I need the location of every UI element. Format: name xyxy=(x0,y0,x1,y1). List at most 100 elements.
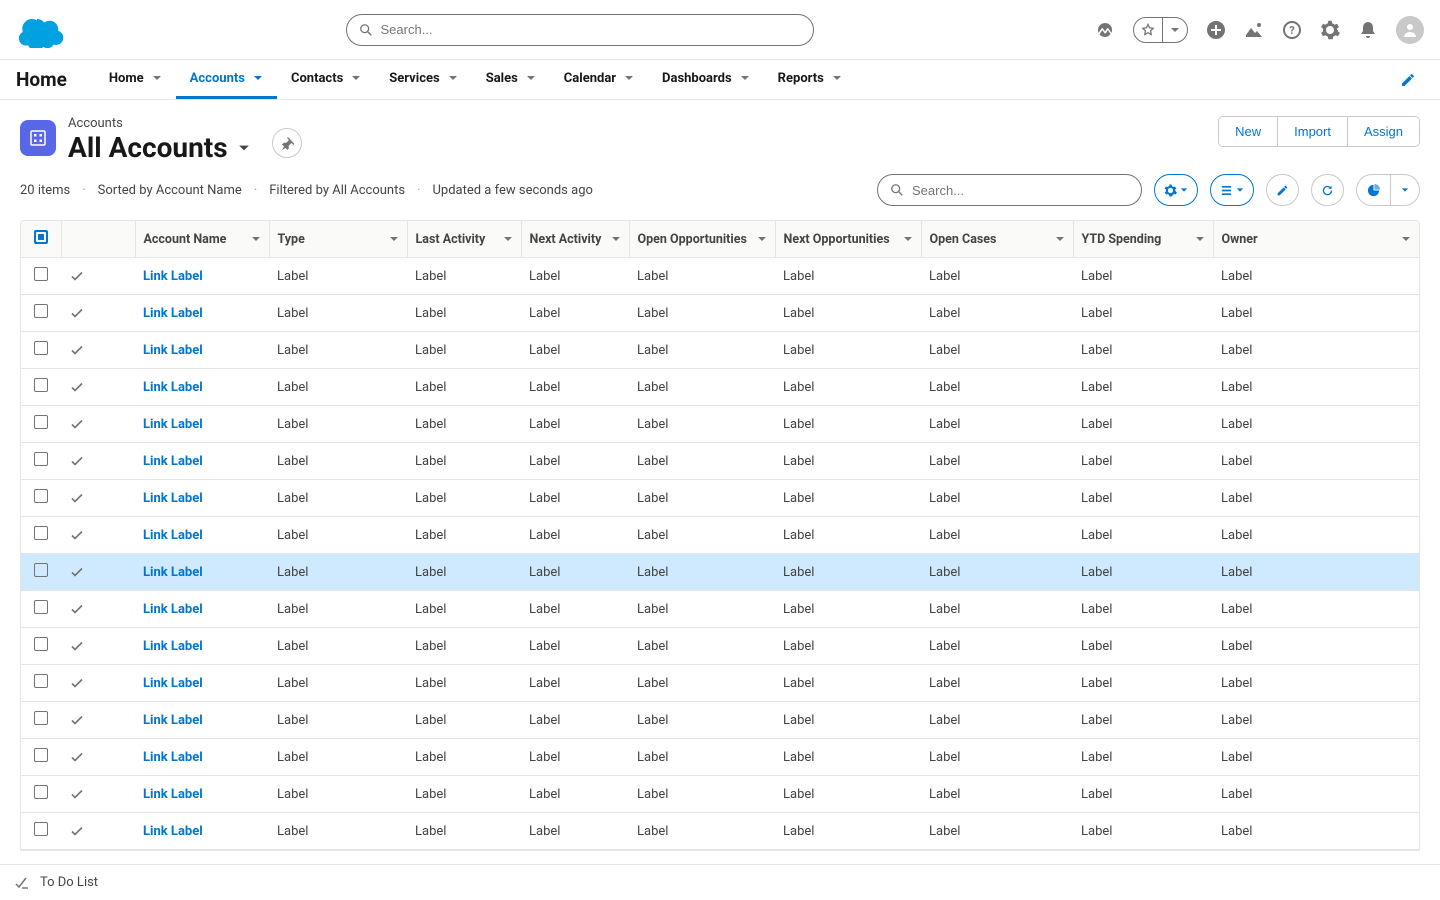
column-header[interactable]: Last Activity xyxy=(407,221,521,258)
chart-button[interactable] xyxy=(1357,175,1390,205)
account-name-link[interactable]: Link Label xyxy=(143,602,203,617)
column-header[interactable]: YTD Spending xyxy=(1073,221,1213,258)
account-name-link[interactable]: Link Label xyxy=(143,343,203,358)
image-icon[interactable] xyxy=(1244,20,1264,40)
nav-tab-contacts[interactable]: Contacts xyxy=(277,60,375,99)
chevron-down-icon[interactable] xyxy=(253,73,263,83)
account-name-link[interactable]: Link Label xyxy=(143,750,203,765)
row-checkbox[interactable] xyxy=(34,489,48,503)
account-name-link[interactable]: Link Label xyxy=(143,676,203,691)
account-name-link[interactable]: Link Label xyxy=(143,269,203,284)
row-checkbox[interactable] xyxy=(34,526,48,540)
column-header[interactable]: Next Opportunities xyxy=(775,221,921,258)
account-name-link[interactable]: Link Label xyxy=(143,454,203,469)
page-title[interactable]: All Accounts xyxy=(68,131,228,164)
edit-list-button[interactable] xyxy=(1266,174,1299,206)
table-row[interactable]: Link LabelLabelLabelLabelLabelLabelLabel… xyxy=(21,295,1419,332)
help-icon[interactable]: ? xyxy=(1282,20,1302,40)
nav-tab-services[interactable]: Services xyxy=(375,60,471,99)
nav-tab-dashboards[interactable]: Dashboards xyxy=(648,60,764,99)
import-button[interactable]: Import xyxy=(1277,117,1347,146)
account-name-link[interactable]: Link Label xyxy=(143,639,203,654)
table-row[interactable]: Link LabelLabelLabelLabelLabelLabelLabel… xyxy=(21,702,1419,739)
table-row[interactable]: Link LabelLabelLabelLabelLabelLabelLabel… xyxy=(21,628,1419,665)
settings-gear-icon[interactable] xyxy=(1320,20,1340,40)
account-name-link[interactable]: Link Label xyxy=(143,787,203,802)
table-row[interactable]: Link LabelLabelLabelLabelLabelLabelLabel… xyxy=(21,406,1419,443)
row-checkbox[interactable] xyxy=(34,711,48,725)
refresh-button[interactable] xyxy=(1311,174,1344,206)
chevron-down-icon[interactable] xyxy=(1401,234,1411,244)
account-name-link[interactable]: Link Label xyxy=(143,306,203,321)
table-row[interactable]: Link LabelLabelLabelLabelLabelLabelLabel… xyxy=(21,258,1419,295)
chevron-down-icon[interactable] xyxy=(832,73,842,83)
favorite-dropdown[interactable] xyxy=(1162,18,1187,42)
table-row[interactable]: Link LabelLabelLabelLabelLabelLabelLabel… xyxy=(21,332,1419,369)
todo-list-label[interactable]: To Do List xyxy=(40,875,98,890)
add-icon[interactable] xyxy=(1206,20,1226,40)
table-row[interactable]: Link LabelLabelLabelLabelLabelLabelLabel… xyxy=(21,554,1419,591)
row-checkbox[interactable] xyxy=(34,822,48,836)
account-name-link[interactable]: Link Label xyxy=(143,565,203,580)
account-name-link[interactable]: Link Label xyxy=(143,528,203,543)
list-search-input[interactable] xyxy=(912,183,1129,198)
account-name-link[interactable]: Link Label xyxy=(143,713,203,728)
row-checkbox[interactable] xyxy=(34,378,48,392)
nav-tab-calendar[interactable]: Calendar xyxy=(550,60,648,99)
row-checkbox[interactable] xyxy=(34,600,48,614)
column-header[interactable]: Open Opportunities xyxy=(629,221,775,258)
column-header[interactable]: Account Name xyxy=(135,221,269,258)
row-checkbox[interactable] xyxy=(34,637,48,651)
row-checkbox[interactable] xyxy=(34,674,48,688)
notifications-bell-icon[interactable] xyxy=(1358,20,1378,40)
table-row[interactable]: Link LabelLabelLabelLabelLabelLabelLabel… xyxy=(21,369,1419,406)
table-row[interactable]: Link LabelLabelLabelLabelLabelLabelLabel… xyxy=(21,739,1419,776)
display-as-button[interactable] xyxy=(1210,174,1254,206)
chevron-down-icon[interactable] xyxy=(526,73,536,83)
trailhead-icon[interactable] xyxy=(1095,20,1115,40)
row-checkbox[interactable] xyxy=(34,267,48,281)
nav-tab-sales[interactable]: Sales xyxy=(472,60,550,99)
nav-tab-reports[interactable]: Reports xyxy=(764,60,856,99)
account-name-link[interactable]: Link Label xyxy=(143,491,203,506)
todo-check-icon[interactable] xyxy=(14,875,30,891)
edit-nav-pencil-icon[interactable] xyxy=(1392,60,1424,99)
row-checkbox[interactable] xyxy=(34,785,48,799)
account-name-link[interactable]: Link Label xyxy=(143,417,203,432)
table-row[interactable]: Link LabelLabelLabelLabelLabelLabelLabel… xyxy=(21,480,1419,517)
row-checkbox[interactable] xyxy=(34,563,48,577)
column-header[interactable]: Open Cases xyxy=(921,221,1073,258)
table-row[interactable]: Link LabelLabelLabelLabelLabelLabelLabel… xyxy=(21,813,1419,850)
chevron-down-icon[interactable] xyxy=(903,234,913,244)
table-row[interactable]: Link LabelLabelLabelLabelLabelLabelLabel… xyxy=(21,665,1419,702)
row-checkbox[interactable] xyxy=(34,415,48,429)
chevron-down-icon[interactable] xyxy=(251,234,261,244)
new-button[interactable]: New xyxy=(1219,117,1277,146)
chevron-down-icon[interactable] xyxy=(351,73,361,83)
chart-dropdown[interactable] xyxy=(1390,175,1419,205)
column-header[interactable]: Type xyxy=(269,221,407,258)
nav-tab-accounts[interactable]: Accounts xyxy=(176,60,277,99)
chevron-down-icon[interactable] xyxy=(1055,234,1065,244)
assign-button[interactable]: Assign xyxy=(1347,117,1419,146)
pin-list-button[interactable] xyxy=(272,128,302,158)
list-settings-button[interactable] xyxy=(1154,174,1198,206)
row-checkbox[interactable] xyxy=(34,304,48,318)
chevron-down-icon[interactable] xyxy=(624,73,634,83)
global-search-input[interactable] xyxy=(381,22,801,37)
row-checkbox[interactable] xyxy=(34,341,48,355)
table-row[interactable]: Link LabelLabelLabelLabelLabelLabelLabel… xyxy=(21,776,1419,813)
table-row[interactable]: Link LabelLabelLabelLabelLabelLabelLabel… xyxy=(21,517,1419,554)
chevron-down-icon[interactable] xyxy=(1195,234,1205,244)
column-header[interactable]: Next Activity xyxy=(521,221,629,258)
list-view-switcher-caret-icon[interactable] xyxy=(238,142,250,154)
table-row[interactable]: Link LabelLabelLabelLabelLabelLabelLabel… xyxy=(21,443,1419,480)
chevron-down-icon[interactable] xyxy=(152,73,162,83)
account-name-link[interactable]: Link Label xyxy=(143,380,203,395)
chevron-down-icon[interactable] xyxy=(503,234,513,244)
chevron-down-icon[interactable] xyxy=(389,234,399,244)
chevron-down-icon[interactable] xyxy=(611,234,621,244)
global-search[interactable] xyxy=(346,14,814,46)
chevron-down-icon[interactable] xyxy=(740,73,750,83)
row-checkbox[interactable] xyxy=(34,748,48,762)
